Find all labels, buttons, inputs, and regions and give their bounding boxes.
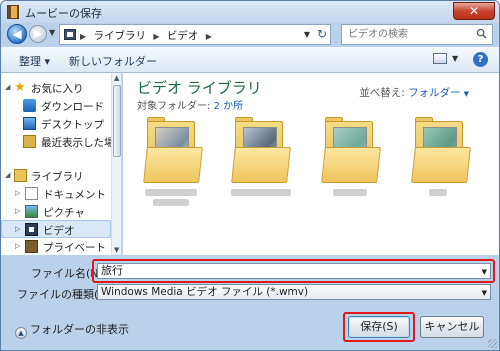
locations-link[interactable]: 2 か所	[214, 101, 244, 112]
desktop-icon	[23, 117, 36, 130]
breadcrumb-separator[interactable]: ▶	[206, 32, 212, 41]
nav-item-label: ピクチャ	[43, 207, 85, 219]
folder-label-redacted	[153, 199, 189, 206]
breadcrumb-separator[interactable]: ▶	[80, 32, 86, 41]
change-view-icon[interactable]	[433, 53, 447, 64]
nav-item-favorites[interactable]: ◢ ★ お気に入り	[1, 79, 111, 97]
arrange-by-link[interactable]: フォルダー	[408, 87, 461, 99]
scroll-thumb[interactable]	[113, 85, 121, 157]
expand-arrow-icon[interactable]: ▷	[15, 207, 20, 215]
new-folder-button[interactable]: 新しいフォルダー	[69, 53, 157, 69]
folder-label-redacted	[429, 189, 447, 196]
window-title: ムービーの保存	[25, 7, 102, 20]
recent-places-icon	[23, 135, 36, 148]
search-input[interactable]	[346, 27, 472, 42]
expand-arrow-icon[interactable]: ▷	[15, 242, 20, 250]
breadcrumb-videos[interactable]: ビデオ	[167, 30, 199, 42]
nav-item-label: ドキュメント	[43, 189, 106, 201]
recent-pages-dropdown[interactable]: ▼	[49, 28, 55, 37]
filename-field[interactable]: 旅行 ▼	[97, 263, 491, 279]
help-icon[interactable]: ?	[473, 52, 488, 67]
save-movie-dialog: ムービーの保存 ✕ ◀ ▶ ▼ ▶ ライブラリ ▶ ビデオ ▶ ▼ ↻ ビデオの…	[0, 0, 500, 351]
private-icon	[25, 240, 38, 253]
view-options-dropdown[interactable]: ▼	[452, 54, 458, 63]
cancel-button[interactable]: キャンセル	[420, 316, 484, 338]
command-bar: 整理 ▾ 新しいフォルダー ▼ ?	[1, 47, 499, 73]
navigation-pane: ◢ ★ お気に入り ダウンロード デスクトップ 最近表示した場所 ◢ ライブラリ…	[1, 73, 122, 255]
video-folder-icon[interactable]	[231, 117, 291, 183]
nav-item-downloads[interactable]: ダウンロード	[1, 97, 111, 115]
nav-item-label: ビデオ	[43, 225, 75, 237]
filetype-value: Windows Media ビデオ ファイル (*.wmv)	[101, 286, 309, 298]
collapse-arrow-icon[interactable]: ◢	[5, 83, 10, 91]
scroll-down-icon[interactable]: ▼	[114, 246, 119, 254]
nav-item-label: ライブラリ	[31, 171, 84, 183]
nav-item-label: デスクトップ	[41, 119, 104, 131]
video-folder-icon[interactable]	[321, 117, 381, 183]
filetype-dropdown-icon[interactable]: ▼	[482, 286, 487, 300]
nav-item-documents[interactable]: ▷ ドキュメント	[1, 185, 111, 203]
nav-item-label: お気に入り	[31, 83, 84, 95]
nav-item-pictures[interactable]: ▷ ピクチャ	[1, 203, 111, 221]
refresh-icon[interactable]: ↻	[317, 27, 327, 41]
arrange-by: 並べ替え: フォルダー ▼	[359, 85, 469, 100]
hide-folders-label: フォルダーの非表示	[30, 323, 129, 336]
nav-item-recent-places[interactable]: 最近表示した場所	[1, 133, 121, 151]
folder-label-redacted	[145, 189, 197, 196]
save-button[interactable]: 保存(S)	[348, 316, 410, 338]
nav-item-library[interactable]: ◢ ライブラリ	[1, 167, 111, 185]
video-folder-icon[interactable]	[143, 117, 203, 183]
breadcrumb-library[interactable]: ライブラリ	[94, 30, 147, 42]
arrange-label: 並べ替え:	[359, 87, 405, 99]
expand-arrow-icon[interactable]: ▷	[15, 225, 20, 233]
close-button[interactable]: ✕	[453, 2, 495, 20]
folder-label-redacted	[333, 189, 367, 196]
address-row: ◀ ▶ ▼ ▶ ライブラリ ▶ ビデオ ▶ ▼ ↻	[1, 23, 499, 47]
address-dropdown-icon[interactable]: ▼	[304, 30, 310, 39]
arrange-dropdown-icon[interactable]: ▼	[464, 90, 469, 98]
breadcrumb: ▶ ライブラリ ▶ ビデオ ▶	[80, 28, 216, 43]
filename-dropdown-icon[interactable]: ▼	[482, 265, 487, 279]
film-icon	[7, 5, 19, 19]
nav-item-videos[interactable]: ▷ ビデオ	[1, 220, 111, 238]
nav-item-private[interactable]: ▷ プライベート	[1, 238, 111, 255]
organize-button[interactable]: 整理 ▾	[19, 53, 50, 69]
nav-item-label: ダウンロード	[41, 101, 104, 113]
videos-icon	[25, 223, 38, 236]
video-folder-icon[interactable]	[411, 117, 471, 183]
library-icon	[14, 169, 27, 182]
locations-prefix: 対象フォルダー:	[137, 101, 214, 112]
nav-item-desktop[interactable]: デスクトップ	[1, 115, 111, 133]
title-bar[interactable]: ムービーの保存 ✕	[1, 1, 499, 23]
expand-arrow-icon[interactable]: ▷	[15, 189, 20, 197]
resize-grip[interactable]	[488, 339, 497, 348]
collapse-icon: ▲	[15, 327, 27, 339]
address-bar[interactable]: ▶ ライブラリ ▶ ビデオ ▶ ▼ ↻	[59, 24, 331, 45]
collapse-arrow-icon[interactable]: ◢	[5, 171, 10, 179]
nav-item-label: プライベート	[43, 242, 106, 254]
documents-icon	[25, 187, 38, 200]
scroll-up-icon[interactable]: ▲	[114, 74, 119, 82]
download-folder-icon	[23, 99, 36, 112]
breadcrumb-separator[interactable]: ▶	[153, 32, 159, 41]
filetype-select[interactable]: Windows Media ビデオ ファイル (*.wmv) ▼	[97, 284, 491, 300]
filename-value: 旅行	[101, 264, 123, 277]
forward-button[interactable]: ▶	[29, 25, 47, 43]
library-locations: 対象フォルダー: 2 か所	[137, 97, 243, 112]
pictures-icon	[25, 205, 38, 218]
library-title: ビデオ ライブラリ	[137, 79, 262, 97]
file-list-pane: ビデオ ライブラリ 対象フォルダー: 2 か所 並べ替え: フォルダー ▼	[123, 73, 499, 255]
nav-item-label: 最近表示した場所	[41, 137, 122, 149]
back-button[interactable]: ◀	[7, 24, 27, 44]
hide-folders-button[interactable]: ▲ フォルダーの非表示	[15, 321, 129, 339]
star-icon: ★	[14, 80, 26, 95]
nav-scrollbar[interactable]: ▲ ▼	[111, 73, 121, 255]
video-library-icon	[64, 29, 76, 40]
search-icon[interactable]	[476, 28, 487, 39]
folder-label-redacted	[231, 189, 291, 196]
search-box[interactable]	[341, 24, 493, 45]
